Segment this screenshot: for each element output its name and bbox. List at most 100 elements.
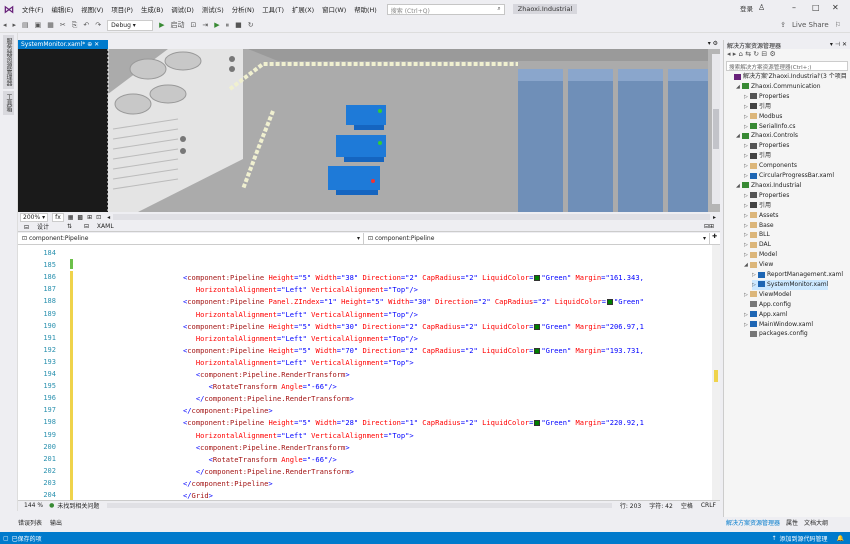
tree-item[interactable]: ▷ ViewModel [744, 290, 791, 300]
zoom-dropdown[interactable]: 200% ▾ [20, 212, 49, 222]
tree-item[interactable]: App.config [744, 300, 791, 310]
code-line[interactable]: <component:Pipeline Height="5" Width="28… [183, 418, 644, 427]
add-split-icon[interactable]: ✚ [712, 233, 717, 244]
nav-left-dropdown[interactable]: ⊡ component:Pipeline ▾ [18, 233, 364, 244]
editor-hscroll[interactable] [107, 503, 612, 508]
maximize-icon[interactable]: □ [812, 3, 820, 12]
tree-item[interactable]: ▷ Assets [744, 211, 779, 221]
tree-item[interactable]: ▷ CircularProgressBar.xaml [744, 171, 834, 181]
code-line[interactable]: HorizontalAlignment="Left" VerticalAlign… [183, 285, 418, 294]
tree-item[interactable]: ▷ SystemMonitor.xaml [752, 279, 829, 290]
home-icon[interactable]: ⌂ [739, 50, 743, 58]
copy-icon[interactable]: ⎘ [69, 21, 81, 30]
code-line[interactable]: <component:Pipeline Height="5" Width="38… [183, 273, 644, 282]
menu-item[interactable]: 测试(S) [198, 5, 228, 14]
pane-layout-icon[interactable]: ⊟⊞ [704, 223, 714, 230]
back-icon[interactable]: ◂ [0, 21, 10, 29]
menu-item[interactable]: 分析(N) [228, 5, 259, 14]
tree-item[interactable]: ◢ View [744, 260, 773, 270]
tab-overflow-icon[interactable]: ▾ ⚙ [708, 40, 718, 47]
code-line[interactable]: HorizontalAlignment="Left" VerticalAlign… [183, 431, 414, 440]
step-icon[interactable]: ⇥ [199, 21, 211, 29]
tree-item[interactable]: ▷ Model [744, 250, 777, 260]
toolbox-tab[interactable]: 工具箱 [3, 91, 14, 115]
panel-pin-icon[interactable]: ▾ ⊣ ✕ [830, 41, 847, 48]
code-line[interactable]: HorizontalAlignment="Left" VerticalAlign… [183, 334, 418, 343]
settings-icon[interactable]: ⚙ [770, 50, 776, 58]
cut-icon[interactable]: ✂ [57, 21, 69, 29]
tree-item[interactable]: ▷ Properties [744, 191, 789, 201]
tab-document-outline[interactable]: 文档大纲 [804, 518, 828, 527]
save-icon[interactable]: ▣ [32, 21, 45, 29]
tree-item[interactable]: ▷ 引用 [744, 151, 771, 161]
code-line[interactable]: <RotateTransform Angle="-66"/> [183, 455, 337, 464]
menu-item[interactable]: 工具(T) [258, 5, 288, 14]
sync-icon[interactable]: ⇆ [745, 50, 751, 58]
fx-button[interactable]: fx [52, 212, 64, 222]
tree-item[interactable]: ▷ Modbus [744, 112, 782, 122]
pause-icon[interactable]: ⏸ [223, 21, 233, 30]
account-icon[interactable]: ♙ [758, 3, 765, 12]
start-icon[interactable]: ▶ [156, 21, 167, 29]
start-button[interactable]: 启动 [168, 20, 188, 30]
tab-output[interactable]: 输出 [50, 518, 62, 527]
snap-grid-icon[interactable]: ▩ [77, 214, 83, 221]
tab-systemmonitor[interactable]: SystemMonitor.xaml* ⊕ ✕ [18, 40, 108, 49]
code-line[interactable]: <component:Pipeline Height="5" Width="70… [183, 346, 644, 355]
config-dropdown[interactable]: Debug ▾ [107, 19, 154, 31]
code-line[interactable]: </Grid> [183, 491, 213, 500]
tab-properties[interactable]: 属性 [786, 518, 798, 527]
collapse-icon[interactable]: ⊟ [761, 50, 767, 58]
feedback-icon[interactable]: ⚐ [832, 21, 844, 29]
designer-vscroll-thumb[interactable] [713, 109, 719, 149]
code-line[interactable]: <component:Pipeline.RenderTransform> [183, 443, 350, 452]
menu-item[interactable]: 生成(B) [137, 5, 167, 14]
tree-item[interactable]: ▷ DAL [744, 240, 771, 250]
designer-hscroll[interactable] [113, 214, 710, 220]
grid-icon[interactable]: ▦ [68, 214, 74, 221]
back-icon[interactable]: ◂ [727, 50, 731, 58]
issues-text[interactable]: 未找到相关问题 [57, 501, 99, 510]
tree-item[interactable]: ▷ Properties [744, 141, 789, 151]
swap-panes-icon[interactable]: ⇅ [67, 223, 72, 230]
undo-icon[interactable]: ↶ [80, 21, 92, 29]
tree-item[interactable]: ▷ Properties [744, 92, 789, 102]
save-all-icon[interactable]: ▦ [44, 21, 57, 29]
menu-item[interactable]: 文件(F) [18, 5, 47, 14]
artboard-icon[interactable]: ⊞ [87, 214, 92, 221]
stop-icon[interactable]: ■ [232, 21, 245, 29]
tree-item[interactable]: ▷ MainWindow.xaml [744, 320, 813, 330]
tree-item[interactable]: ▷ ReportManagement.xaml [752, 270, 843, 280]
forward-icon[interactable]: ▸ [10, 21, 20, 29]
tree-item[interactable]: ▷ BLL [744, 230, 770, 240]
code-line[interactable]: <component:Pipeline.RenderTransform> [183, 370, 350, 379]
redo-icon[interactable]: ↷ [92, 21, 104, 29]
hscroll-left-icon[interactable]: ◂ [107, 214, 110, 221]
restart-icon[interactable]: ↻ [245, 21, 257, 29]
search-input[interactable]: 搜索 (Ctrl+Q) ⌕ [386, 3, 505, 15]
code-editor[interactable]: 184 185 186 <component:Pipeline Height="5" … [18, 245, 720, 500]
tree-item[interactable]: ▷ Components [744, 161, 797, 171]
tree-item[interactable]: ▷ SerialInfo.cs [744, 122, 796, 132]
close-icon[interactable]: ✕ [832, 3, 839, 12]
source-control-icon[interactable]: ↑ [771, 535, 776, 542]
add-source-control[interactable]: 添加到源代码管理 [780, 534, 828, 543]
xaml-tab[interactable]: ⊟ XAML [84, 223, 120, 230]
tree-item[interactable]: ▷ Base [744, 221, 774, 231]
notification-icon[interactable]: 🔔 [837, 535, 844, 542]
tab-close-icon[interactable]: ⊕ ✕ [87, 41, 99, 48]
tree-item[interactable]: ◢ Zhaoxi.Communication [736, 82, 821, 92]
live-share-icon[interactable]: ⇪ [777, 21, 789, 29]
code-line[interactable]: <RotateTransform Angle="-66"/> [183, 382, 337, 391]
menu-item[interactable]: 调试(D) [167, 5, 198, 14]
xaml-designer[interactable] [18, 49, 720, 212]
snap-lines-icon[interactable]: ⊡ [96, 214, 101, 221]
code-line[interactable]: <component:Pipeline Panel.ZIndex="1" Hei… [183, 297, 644, 306]
tree-item[interactable]: ▷ App.xaml [744, 310, 787, 320]
breakpoint-icon[interactable]: ⊡ [188, 21, 200, 29]
tree-item[interactable]: packages.config [744, 329, 808, 339]
code-line[interactable]: </component:Pipeline> [183, 406, 273, 415]
new-file-icon[interactable]: ▤ [19, 21, 32, 29]
hscroll-right-icon[interactable]: ▸ [713, 214, 716, 221]
minimize-icon[interactable]: – [792, 3, 796, 12]
